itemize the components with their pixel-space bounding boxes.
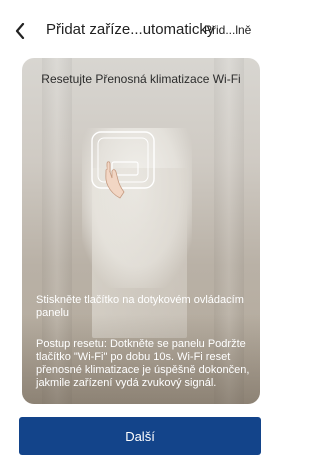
- reset-guide-card: Resetujte Přenosná klimatizace Wi-Fi Sti…: [22, 58, 260, 404]
- page-title: Přidat zaříze...utomaticky: [46, 21, 215, 38]
- chevron-left-icon: [15, 23, 25, 39]
- reset-instructions: Postup resetu: Dotkněte se panelu Podržt…: [36, 338, 250, 389]
- top-bar: Přidat zaříze...utomaticky Přid...lně: [0, 0, 267, 56]
- touch-panel-illustration: [86, 128, 188, 212]
- touch-panel-hand-icon: [91, 131, 155, 199]
- hint-text: Stiskněte tlačítko na dotykovém ovládací…: [36, 294, 244, 319]
- back-button[interactable]: [12, 22, 28, 40]
- manual-add-link[interactable]: Přid...lně: [204, 23, 251, 37]
- next-button[interactable]: Další: [19, 417, 261, 455]
- card-title: Resetujte Přenosná klimatizace Wi-Fi: [41, 72, 241, 86]
